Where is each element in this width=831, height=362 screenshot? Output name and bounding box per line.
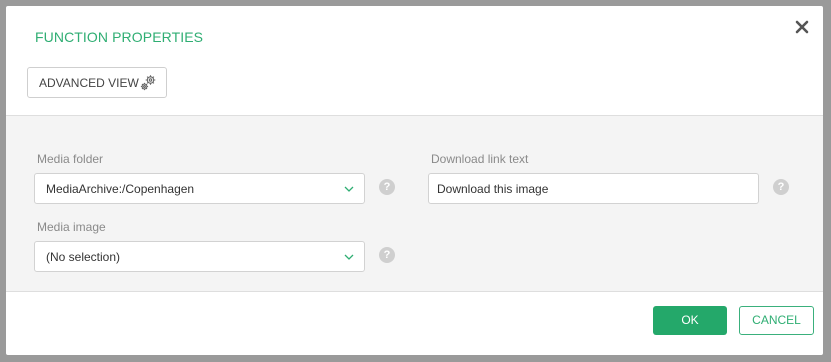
download-link-text-help-icon[interactable]: ? xyxy=(773,179,789,195)
close-icon[interactable] xyxy=(793,18,811,36)
advanced-view-label: ADVANCED VIEW xyxy=(39,75,139,90)
media-image-label: Media image xyxy=(37,220,106,234)
advanced-view-button[interactable]: ADVANCED VIEW xyxy=(27,67,167,98)
media-folder-value: MediaArchive:/Copenhagen xyxy=(46,182,195,196)
ok-button[interactable]: OK xyxy=(653,306,727,335)
media-image-select[interactable]: (No selection) xyxy=(34,241,365,272)
download-link-text-label: Download link text xyxy=(431,152,529,166)
media-image-help-icon[interactable]: ? xyxy=(379,247,395,263)
cancel-button[interactable]: CANCEL xyxy=(739,306,814,335)
media-folder-label: Media folder xyxy=(37,152,104,166)
download-link-text-input[interactable] xyxy=(428,173,759,204)
chevron-down-icon xyxy=(344,254,354,260)
media-folder-select[interactable]: MediaArchive:/Copenhagen xyxy=(34,173,365,204)
dialog-title: FUNCTION PROPERTIES xyxy=(35,29,204,45)
media-image-value: (No selection) xyxy=(46,250,121,264)
gears-icon xyxy=(140,75,156,91)
media-folder-help-icon[interactable]: ? xyxy=(379,179,395,195)
function-properties-dialog: FUNCTION PROPERTIES ADVANCED VIEW Media … xyxy=(6,6,823,355)
properties-panel: Media folder MediaArchive:/Copenhagen ? … xyxy=(6,115,823,292)
chevron-down-icon xyxy=(344,186,354,192)
